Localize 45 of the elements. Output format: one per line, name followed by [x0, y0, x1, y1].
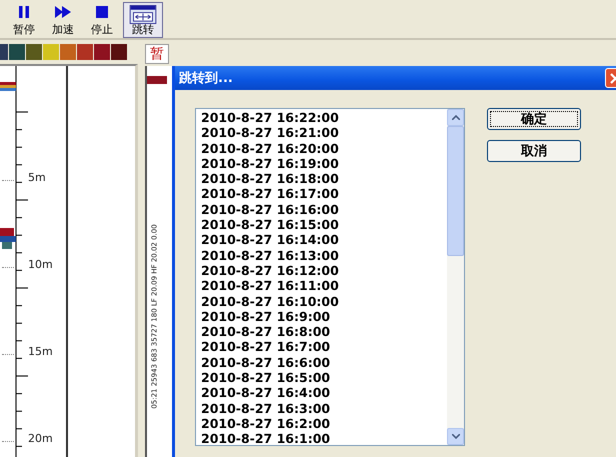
scroll-thumb[interactable] [447, 126, 464, 256]
echo-trace [147, 76, 167, 84]
time-item[interactable]: 2010-8-27 16:19:00 [201, 156, 447, 172]
depth-label: 10m [28, 258, 53, 271]
echo-trace [0, 82, 16, 92]
depth-label: 15m [28, 345, 53, 358]
time-item[interactable]: 2010-8-27 16:4:00 [201, 385, 447, 401]
caret-up-icon [452, 115, 460, 120]
depth-label: 20m [28, 432, 53, 445]
time-item[interactable]: 2010-8-27 16:7:00 [201, 339, 447, 355]
time-item[interactable]: 2010-8-27 16:5:00 [201, 370, 447, 386]
time-item[interactable]: 2010-8-27 16:3:00 [201, 400, 447, 416]
echo-trace [0, 228, 16, 250]
dialog-button[interactable]: 取消 [487, 140, 581, 162]
dialog-button[interactable]: 确定 [487, 108, 581, 130]
time-item[interactable]: 2010-8-27 16:11:00 [201, 278, 447, 294]
time-item[interactable]: 2010-8-27 16:15:00 [201, 217, 447, 232]
time-item[interactable]: 2010-8-27 16:20:00 [201, 140, 447, 156]
time-item[interactable]: 2010-8-27 16:21:00 [201, 125, 447, 141]
fast-forward-icon [54, 5, 72, 19]
time-item[interactable]: 2010-8-27 16:12:00 [201, 262, 447, 278]
time-item[interactable]: 2010-8-27 16:22:00 [201, 110, 447, 126]
track-label: 暂 [145, 44, 169, 64]
scrollbar[interactable] [447, 109, 464, 445]
time-item[interactable]: 2010-8-27 16:10:00 [201, 294, 447, 309]
time-list[interactable] [195, 108, 465, 446]
time-item[interactable]: 2010-8-27 16:16:00 [201, 202, 447, 218]
scroll-up-button[interactable] [447, 109, 464, 126]
time-item[interactable]: 2010-8-27 16:13:00 [201, 248, 447, 263]
time-item[interactable]: 2010-8-27 16:8:00 [201, 324, 447, 340]
pause-icon [17, 5, 31, 19]
stop-icon [95, 5, 109, 19]
time-item[interactable]: 2010-8-27 16:2:00 [201, 416, 447, 432]
dialog-title: 跳转到... [179, 70, 233, 87]
time-item[interactable]: 2010-8-27 16:17:00 [201, 186, 447, 202]
caret-down-icon [452, 434, 460, 439]
time-item[interactable]: 2010-8-27 16:6:00 [201, 354, 447, 370]
scroll-down-button[interactable] [447, 428, 464, 445]
window-arrows-icon [129, 5, 157, 24]
time-item[interactable]: 2010-8-27 16:1:00 [201, 431, 447, 445]
time-item[interactable]: 2010-8-27 16:18:00 [201, 171, 447, 186]
toolbar-button[interactable]: 跳转 [123, 2, 163, 38]
time-item[interactable]: 2010-8-27 16:9:00 [201, 308, 447, 324]
time-item[interactable]: 2010-8-27 16:14:00 [201, 232, 447, 248]
depth-label: 5m [28, 171, 46, 184]
